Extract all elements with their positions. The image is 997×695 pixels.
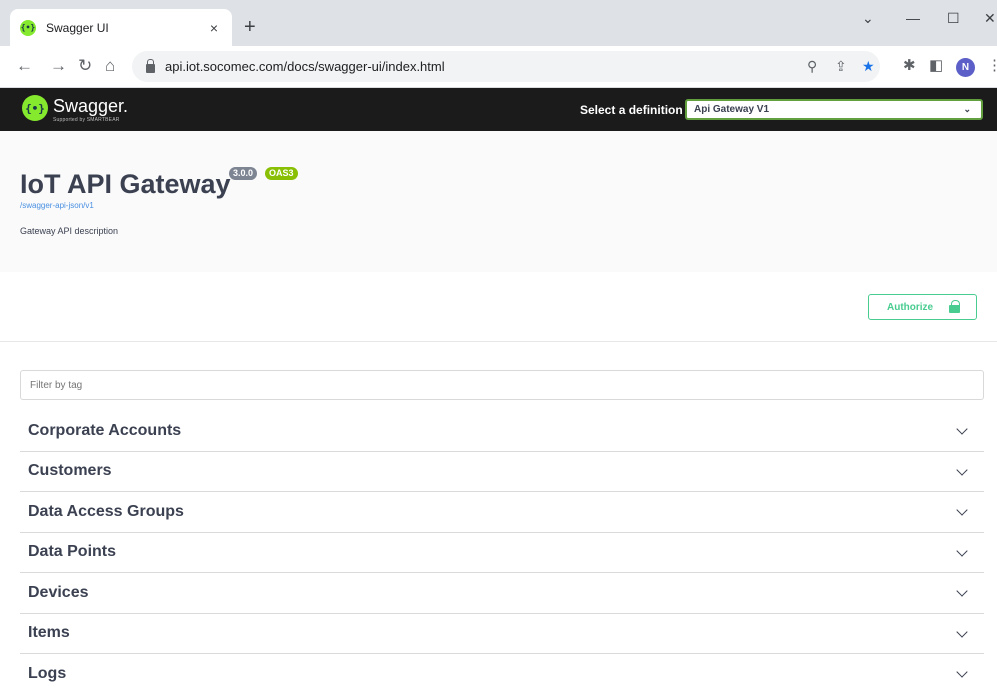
chevron-down-icon[interactable]: [956, 585, 968, 597]
side-panel-icon[interactable]: ◧: [929, 58, 943, 74]
browser-toolbar: ← → ↻ ⌂ api.iot.socomec.com/docs/swagger…: [0, 46, 997, 88]
tag-name: Data Points: [28, 543, 117, 561]
api-info-section: IoT API Gateway 3.0.0 OAS3 /swagger-api-…: [0, 131, 997, 272]
swagger-logo-icon[interactable]: {•}: [22, 95, 48, 121]
chevron-down-icon[interactable]: [956, 504, 968, 516]
tag-name: Devices: [28, 583, 89, 601]
swagger-tagline: Supported by SMARTBEAR: [53, 117, 120, 123]
swagger-favicon-icon: {•}: [20, 19, 36, 36]
chevron-down-icon: ⌄: [963, 104, 971, 114]
tag-name: Customers: [28, 462, 112, 480]
chevron-down-icon[interactable]: [956, 463, 968, 476]
zoom-icon[interactable]: ⚲: [807, 58, 817, 75]
tag-section-items[interactable]: Items: [20, 614, 984, 654]
forward-arrow-icon[interactable]: →: [50, 57, 67, 75]
tag-list: Corporate Accounts Customers Data Access…: [20, 411, 984, 695]
window-close-icon[interactable]: ✕: [984, 10, 996, 27]
tag-section-corporate-accounts[interactable]: Corporate Accounts: [20, 411, 984, 452]
chevron-down-icon[interactable]: [956, 625, 968, 638]
minimize-icon[interactable]: —: [906, 10, 920, 26]
bookmark-star-icon[interactable]: ★: [862, 58, 875, 75]
definition-select-value: Api Gateway V1: [694, 104, 770, 115]
spec-json-link[interactable]: /swagger-api-json/v1: [20, 201, 94, 210]
menu-icon[interactable]: ⋮: [987, 58, 997, 74]
scheme-container: Authorize: [0, 272, 997, 342]
url-text[interactable]: api.iot.socomec.com/docs/swagger-ui/inde…: [165, 59, 445, 74]
tag-name: Corporate Accounts: [28, 421, 182, 439]
close-tab-icon[interactable]: ×: [206, 20, 222, 36]
profile-avatar[interactable]: N: [956, 58, 975, 77]
tag-name: Data Access Groups: [28, 502, 184, 520]
filter-placeholder: Filter by tag: [30, 379, 83, 391]
swagger-topbar: {•} Swagger. Supported by SMARTBEAR Sele…: [0, 88, 997, 131]
unlocked-padlock-icon: [949, 300, 960, 313]
tag-section-data-access-groups[interactable]: Data Access Groups: [20, 492, 984, 533]
authorize-label: Authorize: [887, 301, 934, 313]
swagger-brand[interactable]: Swagger.: [53, 96, 128, 117]
oas-badge: OAS3: [265, 167, 298, 180]
new-tab-button[interactable]: +: [244, 17, 256, 37]
select-definition-label: Select a definition: [580, 103, 683, 117]
tag-name: Items: [28, 624, 70, 642]
tab-search-icon[interactable]: ⌄: [862, 10, 874, 27]
browser-tab[interactable]: {•} Swagger UI ×: [10, 9, 232, 46]
api-title: IoT API Gateway: [20, 169, 231, 199]
filter-by-tag-input[interactable]: Filter by tag: [20, 370, 984, 400]
tab-title: Swagger UI: [46, 20, 109, 35]
share-icon[interactable]: ⇪: [835, 58, 847, 75]
definition-select[interactable]: Api Gateway V1 ⌄: [685, 99, 983, 120]
tag-name: Logs: [28, 665, 67, 683]
tag-section-data-points[interactable]: Data Points: [20, 533, 984, 573]
chevron-down-icon[interactable]: [956, 544, 968, 557]
tag-section-devices[interactable]: Devices: [20, 573, 984, 614]
chevron-down-icon[interactable]: [956, 423, 968, 435]
api-description: Gateway API description: [20, 226, 119, 236]
lock-icon[interactable]: [146, 58, 155, 73]
authorize-button[interactable]: Authorize: [868, 294, 977, 320]
tag-section-customers[interactable]: Customers: [20, 452, 984, 492]
chevron-down-icon[interactable]: [956, 666, 968, 678]
maximize-icon[interactable]: ☐: [947, 10, 960, 27]
address-bar[interactable]: api.iot.socomec.com/docs/swagger-ui/inde…: [132, 51, 880, 82]
tag-section-logs[interactable]: Logs: [20, 654, 984, 695]
back-arrow-icon[interactable]: ←: [16, 57, 33, 75]
home-icon[interactable]: ⌂: [105, 57, 115, 75]
reload-icon[interactable]: ↻: [78, 57, 92, 75]
browser-tab-strip: {•} Swagger UI × + ⌄ — ☐ ✕: [0, 0, 997, 46]
version-badge: 3.0.0: [229, 167, 258, 180]
extensions-icon[interactable]: ✱: [903, 58, 916, 74]
